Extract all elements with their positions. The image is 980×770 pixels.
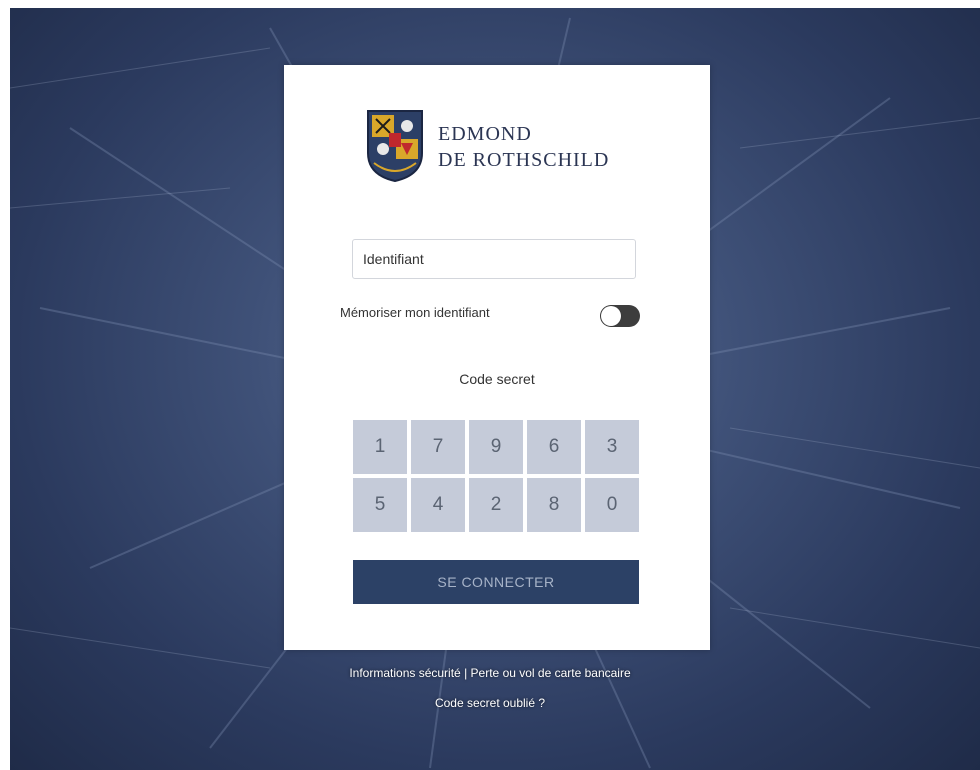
keypad-key[interactable]: 4: [411, 478, 465, 532]
secret-code-label: Code secret: [459, 371, 535, 387]
footer-links: Informations sécurité | Perte ou vol de …: [0, 666, 980, 680]
brand-name: EDMOND DE ROTHSCHILD: [438, 121, 609, 173]
keypad-key[interactable]: 5: [353, 478, 407, 532]
keypad-key[interactable]: 7: [411, 420, 465, 474]
remember-toggle[interactable]: [600, 305, 640, 327]
forgot-code-link[interactable]: Code secret oublié ?: [435, 696, 545, 710]
connect-button[interactable]: SE CONNECTER: [353, 560, 639, 604]
card-loss-link[interactable]: Perte ou vol de carte bancaire: [471, 666, 631, 680]
keypad-key[interactable]: 0: [585, 478, 639, 532]
keypad-key[interactable]: 8: [527, 478, 581, 532]
keypad-key[interactable]: 6: [527, 420, 581, 474]
footer-separator: |: [464, 666, 468, 680]
keypad-key[interactable]: 1: [353, 420, 407, 474]
remember-label: Mémoriser mon identifiant: [340, 305, 490, 320]
brand-logo: EDMOND DE ROTHSCHILD: [366, 109, 626, 189]
secret-keypad: 1 7 9 6 3 5 4 2 8 0: [353, 420, 641, 532]
security-info-link[interactable]: Informations sécurité: [349, 666, 460, 680]
brand-line1: EDMOND: [438, 123, 532, 145]
login-card: EDMOND DE ROTHSCHILD Mémoriser mon ident…: [284, 65, 710, 650]
forgot-code-row: Code secret oublié ?: [0, 696, 980, 710]
keypad-key[interactable]: 3: [585, 420, 639, 474]
coat-of-arms-icon: [367, 110, 423, 183]
toggle-knob: [601, 306, 621, 326]
brand-line2: DE ROTHSCHILD: [438, 149, 610, 171]
keypad-key[interactable]: 2: [469, 478, 523, 532]
keypad-key[interactable]: 9: [469, 420, 523, 474]
identifier-input[interactable]: [352, 239, 636, 279]
